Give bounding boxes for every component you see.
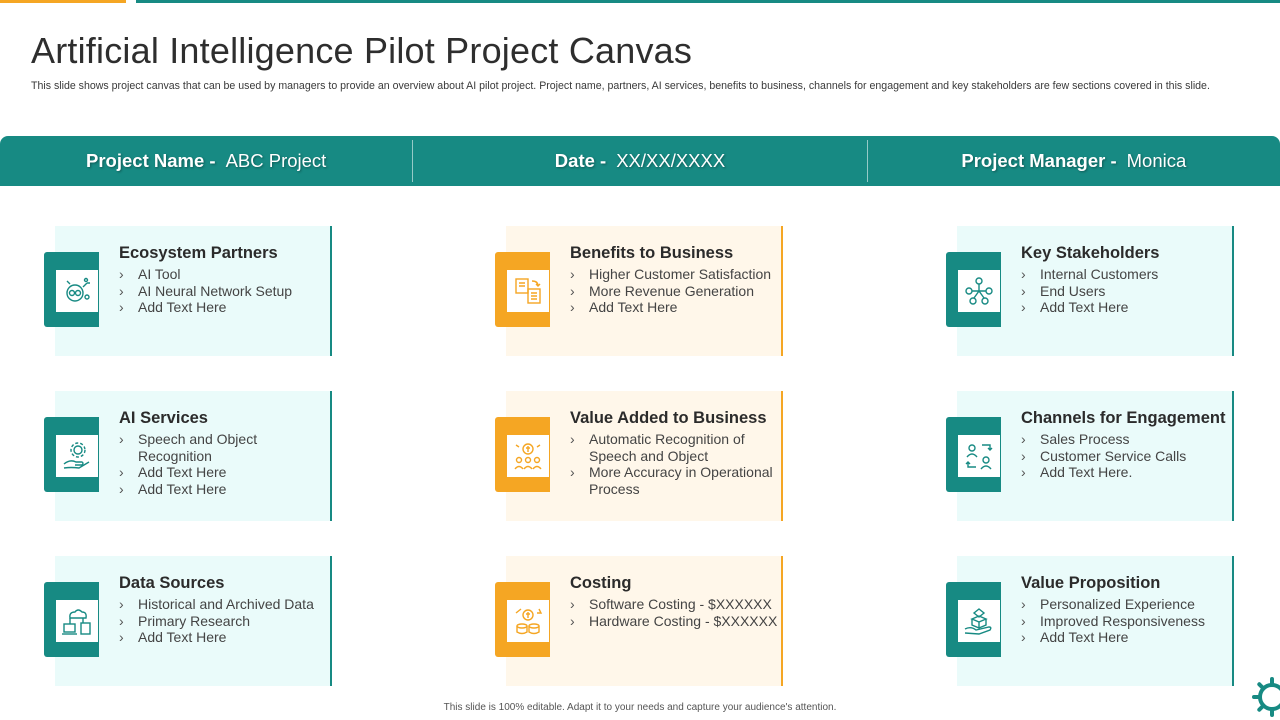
card-key-stakeholders: Key Stakeholders Internal Customers End …: [946, 226, 1234, 356]
list-item: Add Text Here: [119, 299, 329, 316]
card-value-added-to-business: Value Added to Business Automatic Recogn…: [495, 391, 783, 521]
card-title: Ecosystem Partners: [119, 244, 278, 262]
top-accent-orange: [0, 0, 126, 3]
list-item: Add Text Here: [1021, 299, 1231, 316]
list-item: AI Tool: [119, 266, 329, 283]
card-title: Key Stakeholders: [1021, 244, 1160, 262]
list-item: Add Text Here: [119, 481, 329, 498]
project-name-cell: Project Name - ABC Project: [0, 136, 412, 186]
ai-brain-icon: [56, 270, 98, 312]
list-item: More Revenue Generation: [570, 283, 780, 300]
list-item: Internal Customers: [1021, 266, 1231, 283]
list-item: End Users: [1021, 283, 1231, 300]
project-header-band: Project Name - ABC Project Date - XX/XX/…: [0, 136, 1280, 186]
date-value: XX/XX/XXXX: [616, 150, 726, 171]
card-list: Software Costing - $XXXXXX Hardware Cost…: [570, 596, 780, 629]
project-name-value: ABC Project: [225, 150, 327, 171]
project-manager-label: Project Manager -: [961, 150, 1117, 171]
gear-hand-icon: [56, 435, 98, 477]
card-list: Historical and Archived Data Primary Res…: [119, 596, 329, 646]
list-item: Add Text Here: [119, 464, 329, 481]
card-title: Benefits to Business: [570, 244, 734, 262]
card-list: Automatic Recognition of Speech and Obje…: [570, 431, 780, 497]
list-item: Add Text Here: [1021, 629, 1231, 646]
list-item: More Accuracy in Operational Process: [570, 464, 780, 497]
card-list: AI Tool AI Neural Network Setup Add Text…: [119, 266, 329, 316]
cloud-devices-icon: [56, 600, 98, 642]
card-list: Higher Customer Satisfaction More Revenu…: [570, 266, 780, 316]
gear-icon: [1252, 677, 1280, 717]
card-title: Data Sources: [119, 574, 225, 592]
exchange-users-icon: [958, 435, 1000, 477]
card-list: Sales Process Customer Service Calls Add…: [1021, 431, 1231, 481]
list-item: Customer Service Calls: [1021, 448, 1231, 465]
card-title: Value Proposition: [1021, 574, 1161, 592]
list-item: Add Text Here: [119, 629, 329, 646]
card-title: Value Added to Business: [570, 409, 767, 427]
top-accent-teal: [136, 0, 1280, 3]
list-item: Hardware Costing - $XXXXXX: [570, 613, 780, 630]
page-subtitle: This slide shows project canvas that can…: [31, 80, 1210, 92]
card-value-proposition: Value Proposition Personalized Experienc…: [946, 556, 1234, 686]
list-item: Sales Process: [1021, 431, 1231, 448]
network-people-icon: [958, 270, 1000, 312]
list-item: AI Neural Network Setup: [119, 283, 329, 300]
list-item: Personalized Experience: [1021, 596, 1231, 613]
card-list: Personalized Experience Improved Respons…: [1021, 596, 1231, 646]
project-manager-value: Monica: [1126, 150, 1187, 171]
date-cell: Date - XX/XX/XXXX: [413, 136, 866, 186]
list-item: Automatic Recognition of Speech and Obje…: [570, 431, 780, 464]
list-item: Improved Responsiveness: [1021, 613, 1231, 630]
list-item: Add Text Here.: [1021, 464, 1231, 481]
coins-growth-icon: [507, 600, 549, 642]
list-item: Speech and Object Recognition: [119, 431, 329, 464]
card-data-sources: Data Sources Historical and Archived Dat…: [44, 556, 332, 686]
card-benefits-to-business: Benefits to Business Higher Customer Sat…: [495, 226, 783, 356]
value-people-icon: [507, 435, 549, 477]
project-manager-cell: Project Manager - Monica: [868, 136, 1280, 186]
list-item: Higher Customer Satisfaction: [570, 266, 780, 283]
list-item: Primary Research: [119, 613, 329, 630]
date-label: Date -: [554, 150, 607, 171]
card-costing: Costing Software Costing - $XXXXXX Hardw…: [495, 556, 783, 686]
card-ai-services: AI Services Speech and Object Recognitio…: [44, 391, 332, 521]
list-item: Add Text Here: [570, 299, 780, 316]
card-ecosystem-partners: Ecosystem Partners AI Tool AI Neural Net…: [44, 226, 332, 356]
card-list: Speech and Object Recognition Add Text H…: [119, 431, 329, 497]
list-item: Historical and Archived Data: [119, 596, 329, 613]
footer-note: This slide is 100% editable. Adapt it to…: [443, 702, 837, 713]
gift-box-hand-icon: [958, 600, 1000, 642]
project-name-label: Project Name -: [86, 150, 216, 171]
card-title: AI Services: [119, 409, 208, 427]
card-title: Costing: [570, 574, 632, 592]
business-documents-icon: [507, 270, 549, 312]
card-channels-for-engagement: Channels for Engagement Sales Process Cu…: [946, 391, 1234, 521]
card-list: Internal Customers End Users Add Text He…: [1021, 266, 1231, 316]
card-title: Channels for Engagement: [1021, 409, 1226, 427]
list-item: Software Costing - $XXXXXX: [570, 596, 780, 613]
page-title: Artificial Intelligence Pilot Project Ca…: [31, 30, 693, 71]
